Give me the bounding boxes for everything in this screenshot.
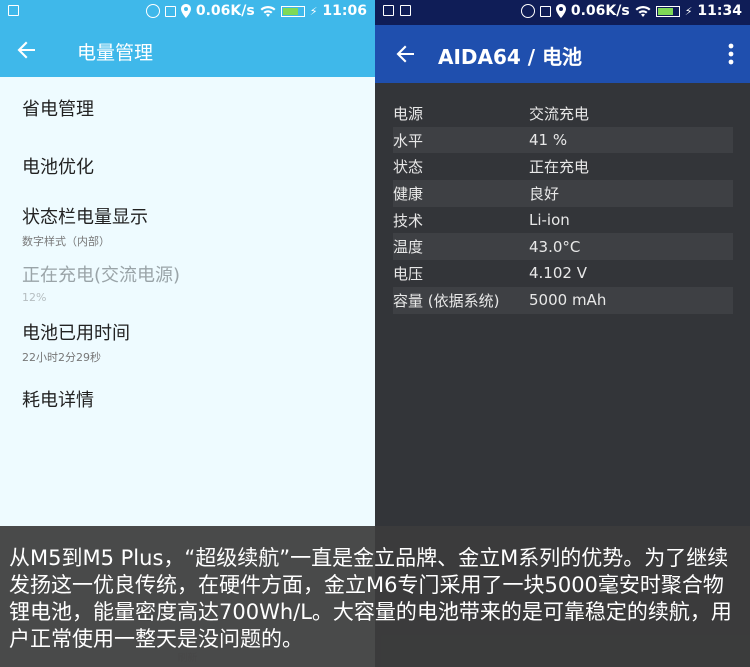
wifi-icon [635, 6, 651, 17]
status-bar: 0.06K/s ⚡ 11:06 [0, 0, 375, 25]
row-value: 交流充电 [529, 104, 590, 123]
wifi-icon [260, 6, 276, 17]
nfc-icon [539, 5, 551, 17]
row-key: 电压 [393, 264, 424, 283]
article-caption: 从M5到M5 Plus，“超级续航”一直是金立品牌、金立M系列的优势。为了继续发… [0, 526, 750, 667]
list-item-summary: 22小时2分29秒 [22, 351, 101, 364]
row-key: 电源 [393, 104, 424, 123]
location-icon [555, 4, 566, 18]
list-item-summary: 数字样式（内部） [22, 235, 110, 248]
table-row: 健康 良好 [393, 180, 733, 207]
status-left-icons [383, 5, 411, 16]
status-bar: 0.06K/s ⚡ 11:34 [375, 0, 750, 25]
row-value: 正在充电 [529, 158, 590, 177]
status-left-icons [8, 5, 19, 16]
notification-icon [400, 5, 411, 16]
hd-icon [145, 4, 160, 18]
clock: 11:34 [697, 3, 742, 19]
row-value: 41 % [529, 131, 568, 150]
table-row: 温度 43.0°C [393, 233, 733, 261]
row-key: 温度 [393, 238, 424, 257]
gallery-icon [8, 5, 19, 16]
row-key: 状态 [393, 158, 424, 177]
gallery-icon [383, 5, 394, 16]
list-item-label: 正在充电(交流电源) [22, 265, 181, 286]
list-item-battery-optimization[interactable]: 电池优化 [22, 153, 94, 179]
row-key: 容量 (依据系统) [393, 291, 500, 310]
status-right-icons: 0.06K/s ⚡ 11:34 [520, 3, 742, 19]
back-arrow-icon[interactable] [14, 37, 40, 63]
list-item-label: 状态栏电量显示 [22, 207, 148, 228]
nfc-icon [164, 5, 176, 17]
location-icon [180, 4, 191, 18]
list-item-battery-usage-time[interactable]: 电池已用时间 22小时2分29秒 [22, 319, 130, 365]
row-key: 健康 [393, 184, 424, 203]
row-value: 5000 mAh [529, 291, 607, 310]
list-item-label: 省电管理 [22, 99, 94, 120]
row-value: 良好 [529, 184, 560, 203]
clock: 11:06 [322, 3, 367, 19]
table-row: 容量 (依据系统) 5000 mAh [393, 286, 733, 314]
list-item-summary: 12% [22, 291, 47, 304]
list-item-label: 耗电详情 [22, 390, 94, 411]
list-item-label: 电池已用时间 [22, 323, 130, 344]
charging-icon: ⚡ [309, 4, 318, 18]
page-title: 电量管理 [77, 42, 154, 64]
network-speed: 0.06K/s [195, 3, 255, 19]
status-right-icons: 0.06K/s ⚡ 11:06 [145, 3, 367, 19]
app-bar: AIDA64 / 电池 [375, 25, 750, 83]
table-row: 电压 4.102 V [393, 260, 733, 287]
hd-icon [520, 4, 535, 18]
battery-icon [280, 5, 305, 17]
row-value: 4.102 V [529, 264, 587, 283]
page-title: AIDA64 / 电池 [438, 45, 583, 69]
table-row: 电源 交流充电 [393, 100, 733, 127]
list-item-label: 电池优化 [22, 157, 94, 178]
table-row: 技术 Li-ion [393, 207, 733, 234]
app-bar: 电量管理 [0, 25, 375, 77]
row-key: 技术 [393, 211, 424, 230]
battery-info-table: 电源 交流充电 水平 41 % 状态 正在充电 健康 良好 技术 Li-ion 温度 43.… [393, 100, 733, 314]
row-value: 43.0°C [529, 237, 581, 256]
table-row: 水平 41 % [393, 126, 733, 154]
row-key: 水平 [393, 131, 424, 150]
list-item-charging-status: 正在充电(交流电源) 12% [22, 261, 180, 304]
list-item-power-consumption-details[interactable]: 耗电详情 [22, 386, 94, 412]
network-speed: 0.06K/s [570, 3, 630, 19]
battery-icon [655, 5, 680, 17]
charging-icon: ⚡ [684, 4, 693, 18]
overflow-menu-icon[interactable] [728, 43, 734, 65]
list-item-statusbar-battery-display[interactable]: 状态栏电量显示 数字样式（内部） [22, 203, 148, 249]
list-item-power-saving[interactable]: 省电管理 [22, 95, 94, 121]
row-value: Li-ion [529, 211, 570, 230]
table-row: 状态 正在充电 [393, 153, 733, 180]
back-arrow-icon[interactable] [393, 41, 419, 67]
